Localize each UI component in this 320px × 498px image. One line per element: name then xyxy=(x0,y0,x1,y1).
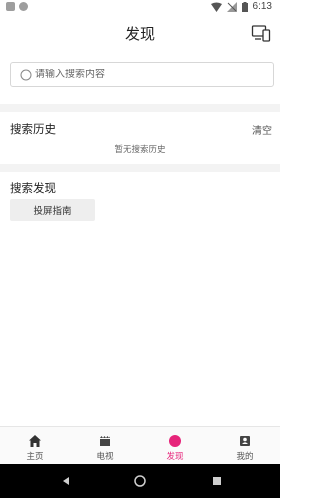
search-input[interactable] xyxy=(35,69,255,80)
tab-label: 电视 xyxy=(96,452,114,462)
tab-discover[interactable]: 发现 xyxy=(140,427,210,464)
discover-icon xyxy=(169,435,181,447)
notification-dot-icon xyxy=(19,2,28,11)
tab-home[interactable]: 主页 xyxy=(0,427,70,464)
bottom-tab-bar: 主页 电视 发现 我的 xyxy=(0,426,280,464)
search-icon xyxy=(20,69,32,80)
no-signal-icon xyxy=(226,1,237,12)
discover-tag[interactable]: 投屏指南 xyxy=(10,199,95,221)
search-history-title: 搜索历史 xyxy=(10,122,56,136)
status-time: 6:13 xyxy=(252,1,272,12)
cast-screen-icon[interactable] xyxy=(251,23,271,43)
recents-icon[interactable] xyxy=(210,474,224,488)
profile-icon xyxy=(240,436,250,446)
clear-history-button[interactable]: 清空 xyxy=(252,122,272,137)
system-nav-bar xyxy=(0,464,280,498)
tab-label: 发现 xyxy=(166,452,184,462)
notification-app-icon xyxy=(6,2,15,11)
system-icons: 6:13 xyxy=(210,1,272,12)
status-bar: 6:13 xyxy=(0,0,280,14)
home-nav-icon[interactable] xyxy=(133,474,147,488)
battery-icon xyxy=(241,1,248,12)
notification-icons xyxy=(6,2,28,11)
tv-icon xyxy=(100,436,110,446)
tab-profile[interactable]: 我的 xyxy=(210,427,280,464)
tab-label: 我的 xyxy=(236,452,254,462)
section-divider xyxy=(0,164,280,172)
empty-history-text: 暂无搜索历史 xyxy=(114,145,166,155)
home-icon xyxy=(29,435,41,447)
search-discover-title: 搜索发现 xyxy=(10,181,56,195)
app-header: 发现 xyxy=(0,14,280,52)
wifi-icon xyxy=(210,2,222,12)
search-box[interactable] xyxy=(10,62,274,87)
tab-label: 主页 xyxy=(26,452,44,462)
tab-tv[interactable]: 电视 xyxy=(70,427,140,464)
back-icon[interactable] xyxy=(59,474,73,488)
section-divider xyxy=(0,104,280,112)
page-title: 发现 xyxy=(124,25,155,43)
